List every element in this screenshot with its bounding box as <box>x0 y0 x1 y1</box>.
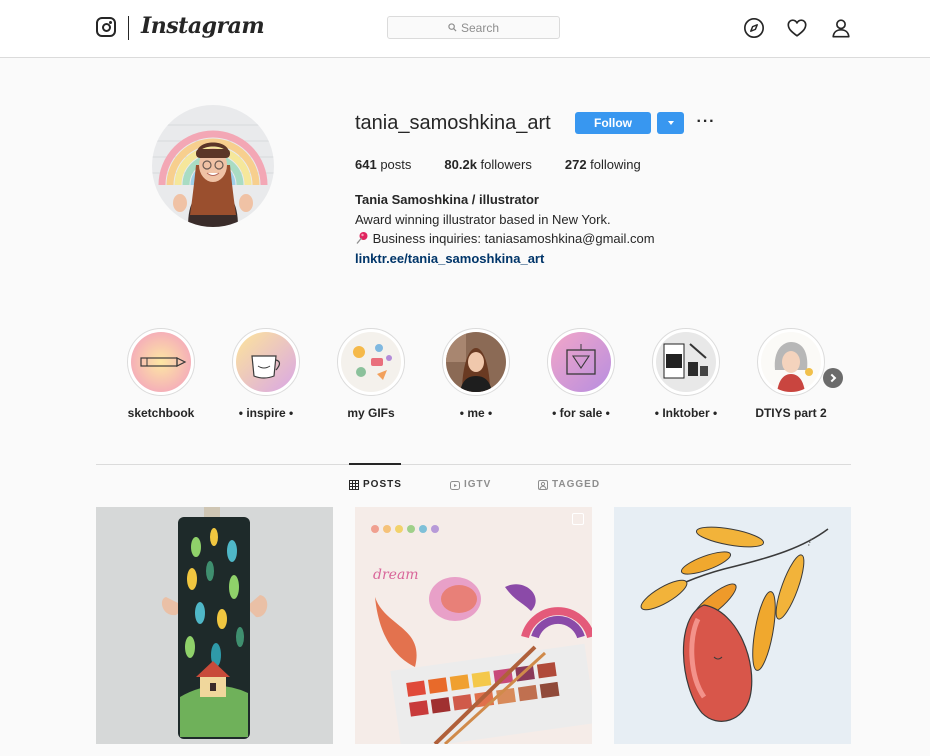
highlight-label: my GIFs <box>347 406 395 420</box>
post-thumbnail[interactable]: dream <box>355 507 592 744</box>
highlight-cover-ring <box>337 328 405 396</box>
tab-tagged-label: TAGGED <box>552 479 601 490</box>
highlight-cover-inktober <box>656 332 716 392</box>
highlight-item[interactable]: my GIFs <box>336 328 406 420</box>
tab-igtv-label: IGTV <box>464 479 492 490</box>
following-label: following <box>586 157 641 172</box>
highlight-item[interactable]: sketchbook <box>126 328 196 420</box>
highlight-cover-gifs <box>341 332 401 392</box>
svg-text:dream: dream <box>373 567 419 583</box>
highlight-label: DTIYS part 2 <box>755 406 827 420</box>
highlight-cover-ring <box>652 328 720 396</box>
highlight-cover-ring <box>232 328 300 396</box>
tab-igtv[interactable]: IGTV <box>450 479 491 490</box>
suggested-accounts-dropdown-button[interactable] <box>657 112 684 134</box>
highlight-cover-ring <box>442 328 510 396</box>
compass-icon[interactable] <box>743 17 765 39</box>
highlight-label: • Inktober • <box>654 406 718 420</box>
highlights-next-button[interactable] <box>823 368 843 388</box>
profile-full-name: Tania Samoshkina / illustrator <box>355 192 539 207</box>
heart-icon[interactable] <box>786 17 808 39</box>
top-nav: Instagram Search <box>0 0 930 58</box>
logo-divider <box>128 16 129 40</box>
multiple-photos-icon <box>572 513 584 525</box>
instagram-logo-icon[interactable] <box>96 17 116 37</box>
search-placeholder: Search <box>460 20 500 35</box>
highlight-cover-for-sale <box>551 332 611 392</box>
highlight-cover-dtiys <box>761 332 821 392</box>
bio-line-1: Award winning illustrator based in New Y… <box>355 211 611 227</box>
bio-line-2: Business inquiries: taniasamoshkina@gmai… <box>372 231 655 246</box>
igtv-icon <box>450 480 460 490</box>
highlight-item[interactable]: • me • <box>441 328 511 420</box>
search-input[interactable]: Search <box>387 16 560 39</box>
posts-label: posts <box>376 157 412 172</box>
highlight-item[interactable]: • inspire • <box>231 328 301 420</box>
profile-avatar[interactable] <box>152 105 274 227</box>
more-options-icon: ··· <box>696 113 716 130</box>
pushpin-icon <box>356 232 368 244</box>
user-icon[interactable] <box>830 17 852 39</box>
highlight-label: • for sale • <box>552 406 610 420</box>
highlight-cover-sketchbook <box>131 332 191 392</box>
highlight-cover-ring <box>127 328 195 396</box>
post-thumbnail[interactable]: ••• <box>614 507 851 744</box>
following-count: 272 <box>564 157 587 172</box>
tab-active-indicator <box>349 463 401 465</box>
followers-stat[interactable]: 80.2k followers <box>444 157 531 172</box>
followers-count: 80.2k <box>444 157 477 172</box>
followers-label: followers <box>476 157 532 172</box>
search-icon <box>448 23 457 32</box>
bio-website-link[interactable]: linktr.ee/tania_samoshkina_art <box>355 251 544 266</box>
chevron-right-icon <box>827 373 837 383</box>
bio-line-2-wrapper: Business inquiries: taniasamoshkina@gmai… <box>355 229 655 249</box>
highlight-item[interactable]: • Inktober • <box>651 328 721 420</box>
follow-button[interactable]: Follow <box>575 112 651 134</box>
chevron-down-icon <box>667 121 674 125</box>
profile-username: tania_samoshkina_art <box>355 112 551 134</box>
highlight-cover-ring <box>547 328 615 396</box>
profile-bio: Tania Samoshkina / illustrator Award win… <box>355 190 655 268</box>
highlight-cover-me <box>446 332 506 392</box>
highlight-item[interactable]: DTIYS part 2 <box>755 328 827 420</box>
following-stat[interactable]: 272 following <box>565 157 641 172</box>
post-thumbnail[interactable] <box>96 507 333 744</box>
highlight-item[interactable]: • for sale • <box>546 328 616 420</box>
highlight-label: • me • <box>459 406 493 420</box>
highlight-label: sketchbook <box>127 406 195 420</box>
highlight-cover-ring <box>757 328 825 396</box>
more-options-button[interactable]: ··· <box>697 113 715 131</box>
tab-posts-label: POSTS <box>363 479 402 490</box>
highlight-label: • inspire • <box>238 406 294 420</box>
tagged-user-icon <box>538 479 548 490</box>
tab-tagged[interactable]: TAGGED <box>538 479 600 490</box>
profile-stats: 641 posts 80.2k followers 272 following <box>355 157 674 172</box>
grid-icon <box>349 479 359 490</box>
tab-posts[interactable]: POSTS <box>349 479 402 490</box>
tab-divider <box>96 464 851 465</box>
posts-stat: 641 posts <box>355 157 411 172</box>
highlight-cover-inspire <box>236 332 296 392</box>
posts-count: 641 <box>355 157 377 172</box>
instagram-wordmark[interactable]: Instagram <box>141 13 265 39</box>
